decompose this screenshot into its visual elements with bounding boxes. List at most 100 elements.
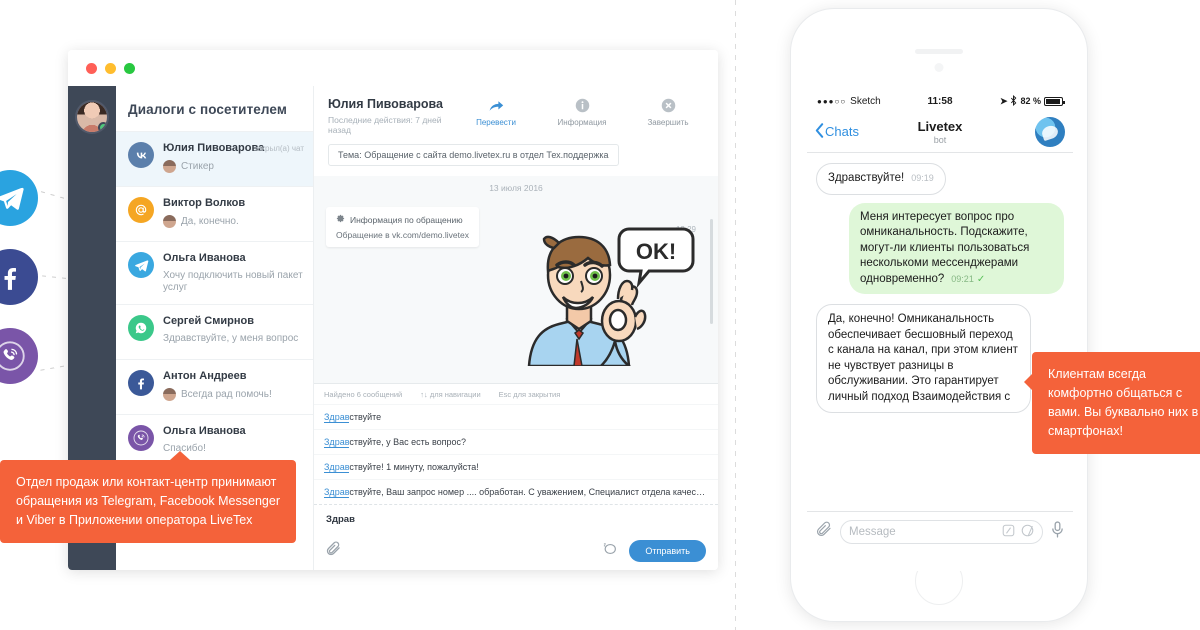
- phone-front-camera: [934, 63, 944, 72]
- window-maximize-button[interactable]: [124, 62, 135, 74]
- battery-percent: 82 %: [1020, 96, 1041, 106]
- tg-channel-icon: [128, 252, 154, 278]
- read-receipt-icon: ✓: [976, 273, 986, 285]
- dialogs-title: Диалоги с посетителем: [128, 102, 287, 117]
- dialog-contact-name: Виктор Волков: [163, 197, 246, 209]
- dialog-contact-name: Сергей Смирнов: [163, 315, 254, 327]
- conversation-header: Юлия Пивоварова Последние действия: 7 дн…: [314, 86, 718, 144]
- window-titlebar: [68, 50, 718, 86]
- callout-left: Отдел продаж или контакт-центр принимают…: [0, 451, 296, 543]
- chat-bubble: Меня интересует вопрос про омниканальнос…: [849, 202, 1064, 294]
- info-icon: [552, 97, 612, 114]
- section-divider: [735, 0, 736, 630]
- emoji-icon[interactable]: [1021, 524, 1034, 540]
- mail-channel-icon: [128, 197, 154, 223]
- info-label: Информация: [557, 118, 607, 127]
- chevron-left-icon: [815, 122, 824, 141]
- chat-message-row: Здравствуйте! 09:19: [816, 163, 1064, 195]
- paperclip-icon[interactable]: [326, 541, 341, 561]
- signal-strength-icon: ●●●○○: [817, 96, 847, 106]
- quick-reply-icon[interactable]: [601, 542, 617, 561]
- day-separator: 13 июля 2016: [489, 183, 543, 193]
- dialog-row[interactable]: Юлия Пивоварова Стикер закрыл(а) чат: [116, 131, 313, 186]
- quick-reply-rest: ствуйте! 1 минуту, пожалуйста!: [349, 462, 479, 472]
- suggestions-esc-hint: Esc для закрытия: [498, 390, 561, 399]
- dialog-row[interactable]: Виктор Волков Да, конечно.: [116, 186, 313, 241]
- dialog-row[interactable]: Ольга Иванова Хочу подключить новый пакет…: [116, 241, 313, 304]
- dialog-preview: Хочу подключить новый пакет услуг: [163, 270, 303, 293]
- avatar: [163, 160, 176, 173]
- dialog-contact-name: Ольга Иванова: [163, 252, 246, 264]
- dialog-contact-name: Юлия Пивоварова: [163, 142, 265, 154]
- sticker-text: OK!: [636, 239, 676, 264]
- quick-reply-rest: ствуйте: [349, 412, 382, 422]
- status-time: 11:58: [927, 95, 953, 107]
- close-circle-icon: [638, 97, 698, 114]
- conversation-actions: Перевести Информация Завершить: [466, 97, 704, 127]
- chat-message-row: Да, конечно! Омниканальность обеспечивае…: [816, 304, 1064, 413]
- bot-subtitle: bot: [933, 134, 947, 145]
- quick-reply-item[interactable]: Здравствуйте, Ваш запрос номер .... обра…: [314, 479, 718, 504]
- status-bar: ●●●○○ Sketch 11:58 ➤ 82 %: [807, 91, 1073, 111]
- composer-input[interactable]: Здрав: [326, 514, 706, 540]
- chat-bubble: Да, конечно! Омниканальность обеспечивае…: [816, 304, 1031, 413]
- phone-screen: ●●●○○ Sketch 11:58 ➤ 82 % Chats Livetex …: [807, 91, 1073, 571]
- finish-label: Завершить: [647, 118, 689, 127]
- dialog-preview: Стикер: [163, 160, 264, 173]
- window-close-button[interactable]: [86, 62, 97, 74]
- request-info-card: Информация по обращению Обращение в vk.c…: [326, 207, 479, 247]
- viber-icon: [0, 328, 38, 384]
- phone-nav-title: Livetex bot: [918, 119, 963, 145]
- quick-reply-rest: ствуйте, у Вас есть вопрос?: [349, 437, 467, 447]
- location-arrow-icon: ➤: [999, 95, 1008, 106]
- message-text: Меня интересует вопрос про омниканальнос…: [860, 210, 1030, 285]
- quick-reply-match: Здрав: [324, 462, 350, 473]
- info-card-body: Обращение в vk.com/demo.livetex: [336, 230, 469, 240]
- dialog-row[interactable]: Сергей Смирнов Здравствуйте, у меня вопро…: [116, 304, 313, 359]
- online-status-dot: [98, 122, 107, 132]
- quick-reply-item[interactable]: Здравствуйте: [314, 404, 718, 429]
- message-time: 09:21: [951, 273, 974, 284]
- back-to-chats-button[interactable]: Chats: [815, 122, 859, 141]
- quick-replies-panel: Найдено 6 сообщений ↑↓ для навигации Esc…: [314, 383, 718, 504]
- bluetooth-icon: [1010, 94, 1017, 108]
- avatar: [163, 388, 176, 401]
- topic-bar: Тема: Обращение с сайта demo.livetex.ru …: [314, 144, 718, 176]
- dialog-row[interactable]: Антон Андреев Всегда рад помочь!: [116, 359, 313, 414]
- chat-message-row: Меня интересует вопрос про омниканальнос…: [816, 202, 1064, 294]
- info-button[interactable]: Информация: [552, 97, 612, 127]
- telegram-icon: [0, 170, 38, 226]
- send-button[interactable]: Отправить: [629, 540, 706, 562]
- quick-reply-item[interactable]: Здравствуйте, у Вас есть вопрос?: [314, 429, 718, 454]
- gear-icon: [336, 214, 345, 225]
- microphone-icon[interactable]: [1051, 520, 1064, 543]
- forward-arrow-icon: [466, 97, 526, 114]
- sticker-icon[interactable]: [1002, 524, 1015, 540]
- message-input[interactable]: Message: [840, 519, 1043, 544]
- transfer-button[interactable]: Перевести: [466, 97, 526, 127]
- bot-name: Livetex: [917, 118, 963, 134]
- message-placeholder: Message: [849, 525, 896, 538]
- livetex-logo-icon[interactable]: [1035, 116, 1065, 147]
- finish-button[interactable]: Завершить: [638, 97, 698, 127]
- info-card-title: Информация по обращению: [350, 214, 463, 225]
- conversation-panel: Юлия Пивоварова Последние действия: 7 дн…: [314, 86, 718, 570]
- quick-reply-item[interactable]: Здравствуйте! 1 минуту, пожалуйста!: [314, 454, 718, 479]
- dialog-preview: Здравствуйте, у меня вопрос: [163, 333, 299, 344]
- messages-scrollbar[interactable]: [710, 219, 713, 324]
- window-minimize-button[interactable]: [105, 62, 116, 74]
- suggestions-nav-hint: ↑↓ для навигации: [420, 390, 481, 399]
- paperclip-icon[interactable]: [816, 521, 832, 542]
- iphone-mockup: ●●●○○ Sketch 11:58 ➤ 82 % Chats Livetex …: [790, 8, 1088, 622]
- chat-bubble: Здравствуйте! 09:19: [816, 163, 946, 195]
- page-root: Диалоги с посетителем Юлия Пивоварова Сти…: [0, 0, 1200, 630]
- operator-avatar[interactable]: [75, 100, 109, 134]
- phone-speaker: [915, 49, 963, 54]
- quick-reply-match: Здрав: [324, 412, 350, 423]
- back-label: Chats: [825, 124, 859, 139]
- fb-channel-icon: [128, 370, 154, 396]
- dialog-preview: Да, конечно.: [163, 215, 245, 228]
- sticker-image: OK!: [527, 227, 695, 366]
- arrow-keys-icon: ↑↓: [420, 390, 428, 399]
- facebook-icon: [0, 249, 38, 305]
